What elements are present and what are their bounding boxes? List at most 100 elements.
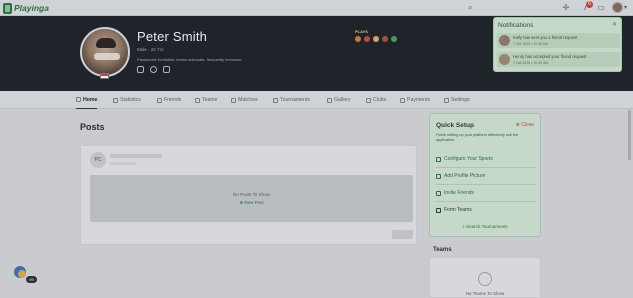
instagram-icon[interactable] bbox=[137, 66, 144, 73]
tennis-ball-icon bbox=[391, 36, 397, 42]
notifications-title: Notifications bbox=[498, 22, 534, 29]
facebook-icon[interactable] bbox=[150, 66, 157, 73]
social-links bbox=[137, 66, 170, 73]
tab-label: Home bbox=[83, 96, 98, 103]
basketball-icon bbox=[355, 36, 361, 42]
setup-item-configure-sports[interactable]: Configure Your Sports bbox=[436, 154, 536, 164]
teams-title: Teams bbox=[433, 247, 452, 253]
post-button[interactable] bbox=[392, 230, 413, 239]
tab-settings[interactable]: Settings bbox=[444, 91, 470, 109]
tab-label: Friends bbox=[164, 97, 182, 103]
search-icon[interactable]: ⌕ bbox=[468, 3, 477, 12]
tab-matches[interactable]: Matches bbox=[231, 91, 258, 109]
search-tournaments-link[interactable]: ⌕ Search Tournaments bbox=[430, 224, 540, 229]
notification-item[interactable]: Henry has accepted your friend request 7… bbox=[497, 52, 620, 67]
tab-home[interactable]: Home bbox=[76, 91, 98, 109]
users-icon bbox=[157, 97, 162, 103]
profile-name: Peter Smith bbox=[137, 29, 208, 44]
match-icon bbox=[231, 97, 236, 103]
setup-item-label: Add Profile Picture bbox=[444, 173, 486, 179]
team-icon bbox=[195, 97, 200, 103]
cricket-ball-icon bbox=[364, 36, 370, 42]
quick-setup-close-button[interactable]: ⊗ Close bbox=[516, 122, 534, 128]
setup-item-invite-friends[interactable]: Invite Friends bbox=[436, 188, 536, 198]
profile-avatar[interactable] bbox=[80, 27, 130, 77]
profile-tabs: Home Statistics Friends Teams Matches To… bbox=[0, 91, 633, 109]
tab-tournaments[interactable]: Tournaments bbox=[273, 91, 310, 109]
divider bbox=[436, 184, 536, 185]
bell-icon[interactable]: ♪ 6 bbox=[580, 1, 593, 13]
quick-setup-panel: Quick Setup ⊗ Close Finish setting up yo… bbox=[429, 113, 541, 237]
linkedin-icon[interactable] bbox=[163, 66, 170, 73]
gear-icon bbox=[444, 97, 449, 103]
tab-label: Settings bbox=[451, 97, 470, 103]
chat-bubble-icon bbox=[18, 270, 26, 278]
plus-icon[interactable]: ✢ bbox=[561, 3, 571, 13]
profile-meta: Male · 22 Yrs bbox=[137, 47, 164, 52]
empty-text: No Posts To Show bbox=[233, 192, 270, 197]
tab-label: Matches bbox=[238, 97, 258, 103]
tab-label: Teams bbox=[202, 97, 218, 103]
setup-item-label: Invite Friends bbox=[444, 190, 475, 196]
setup-item-profile-picture[interactable]: Add Profile Picture bbox=[436, 171, 536, 181]
user-avatar[interactable] bbox=[612, 2, 623, 13]
divider bbox=[436, 167, 536, 168]
notifications-panel: Notifications ✕ Kelly has sent you a fri… bbox=[493, 17, 622, 72]
setup-item-form-teams[interactable]: Form Teams bbox=[436, 205, 536, 215]
close-label: Close bbox=[521, 122, 534, 128]
teams-empty-text: No Teams To Show bbox=[465, 291, 505, 296]
cricket-bat-icon bbox=[373, 36, 379, 42]
search-tournaments-label: Search Tournaments bbox=[466, 224, 508, 229]
notification-time: 7 Oct 2025 • 11:45 AM bbox=[513, 41, 548, 46]
club-icon bbox=[366, 97, 371, 103]
scrollbar[interactable] bbox=[628, 110, 631, 160]
rugby-ball-icon bbox=[382, 36, 388, 42]
setup-item-label: Form Teams bbox=[444, 207, 472, 213]
post-composer-card: PC No Posts To Show ⊕ New Post bbox=[80, 145, 417, 245]
profile-bio: Passionate footballer, tennis advocate, … bbox=[137, 57, 243, 62]
tab-label: Tournaments bbox=[280, 97, 310, 103]
notification-item[interactable]: Kelly has sent you a friend request 7 Oc… bbox=[497, 33, 620, 48]
tab-gallery[interactable]: Gallery bbox=[327, 91, 350, 109]
sports-icon bbox=[436, 156, 441, 162]
home-icon bbox=[76, 97, 81, 102]
tab-statistics[interactable]: Statistics bbox=[113, 91, 141, 109]
notification-time: 7 Oct 2025 • 10:30 AM bbox=[513, 60, 549, 65]
tab-label: Statistics bbox=[120, 97, 141, 103]
app-logo[interactable]: Playinga bbox=[3, 2, 49, 14]
invite-icon bbox=[436, 190, 441, 196]
tab-teams[interactable]: Teams bbox=[195, 91, 217, 109]
tab-payments[interactable]: Payments bbox=[400, 91, 430, 109]
sports-icons bbox=[355, 36, 397, 42]
tab-label: Payments bbox=[407, 97, 431, 103]
posts-title: Posts bbox=[80, 122, 105, 132]
trophy-icon bbox=[273, 97, 278, 103]
logo-text: Playinga bbox=[14, 3, 49, 13]
setup-item-label: Configure Your Sports bbox=[444, 156, 493, 162]
notification-text: Kelly has sent you a friend request bbox=[513, 35, 578, 40]
placeholder-line bbox=[110, 162, 136, 165]
image-icon bbox=[327, 97, 332, 103]
avatar bbox=[499, 54, 510, 65]
avatar bbox=[499, 35, 510, 46]
chat-icon[interactable]: ▭ bbox=[596, 3, 606, 13]
team-icon bbox=[478, 272, 492, 286]
close-icon[interactable]: ✕ bbox=[612, 21, 617, 28]
teams-card: No Teams To Show bbox=[429, 257, 541, 298]
chevron-down-icon[interactable]: ▾ bbox=[624, 4, 627, 11]
top-bar: Playinga ⌕ ✢ ♪ 6 ▭ ▾ bbox=[0, 0, 633, 16]
notification-count-badge: 6 bbox=[586, 1, 593, 8]
card-icon bbox=[400, 97, 405, 103]
tab-clubs[interactable]: Clubs bbox=[366, 91, 386, 109]
country-flag-icon bbox=[100, 73, 109, 79]
chart-icon bbox=[113, 97, 118, 103]
quick-setup-title: Quick Setup bbox=[436, 122, 474, 129]
plays-label: PLAYS bbox=[355, 29, 368, 34]
tab-friends[interactable]: Friends bbox=[157, 91, 181, 109]
divider bbox=[436, 201, 536, 202]
notification-text: Henry has accepted your friend request bbox=[513, 54, 587, 59]
logo-mark-icon bbox=[3, 2, 12, 14]
avatar: PC bbox=[90, 152, 106, 168]
new-post-link[interactable]: ⊕ New Post bbox=[90, 200, 413, 206]
posts-empty-state: No Posts To Show ⊕ New Post bbox=[90, 175, 413, 222]
